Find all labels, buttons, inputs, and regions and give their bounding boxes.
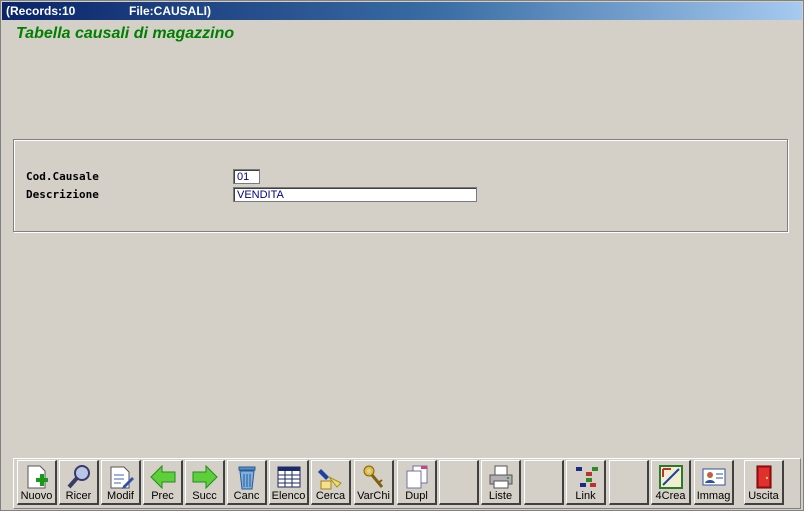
dupl-button[interactable]: Dupl <box>397 460 437 505</box>
uscita-button[interactable]: Uscita <box>744 460 784 505</box>
ricer-label: Ricer <box>65 490 92 502</box>
immag-label: Immag <box>696 490 731 502</box>
modif-label: Modif <box>107 490 134 502</box>
tree-links-icon <box>576 467 598 487</box>
cod-causale-label: Cod.Causale <box>26 170 99 183</box>
arrow-right-icon <box>192 464 218 490</box>
elenco-label: Elenco <box>271 490 306 502</box>
exit-door-icon <box>756 465 772 489</box>
4crea-button[interactable]: 4Crea <box>651 460 691 505</box>
ricer-button[interactable]: Ricer <box>59 460 99 505</box>
new-document-icon <box>27 465 48 489</box>
empty-toolbar-slot <box>524 460 564 505</box>
edit-document-icon <box>110 466 134 489</box>
prec-label: Prec <box>151 490 174 502</box>
varchi-label: VarChi <box>357 490 390 502</box>
elenco-button[interactable]: Elenco <box>269 460 309 505</box>
canc-button[interactable]: Canc <box>227 460 267 505</box>
canc-label: Canc <box>233 490 260 502</box>
dupl-label: Dupl <box>405 490 428 502</box>
link-button[interactable]: Link <box>566 460 606 505</box>
cerca-button[interactable]: Cerca <box>311 460 351 505</box>
liste-label: Liste <box>488 490 513 502</box>
prec-button[interactable]: Prec <box>143 460 183 505</box>
duplicate-icon <box>406 465 428 489</box>
nuovo-label: Nuovo <box>20 490 53 502</box>
printer-icon <box>489 465 513 489</box>
descrizione-field[interactable]: VENDITA <box>233 187 477 202</box>
arrow-left-icon <box>150 464 176 490</box>
nuovo-button[interactable]: Nuovo <box>17 460 57 505</box>
magnifier-icon <box>67 465 90 489</box>
liste-button[interactable]: Liste <box>481 460 521 505</box>
immag-button[interactable]: Immag <box>694 460 734 505</box>
cod-causale-field[interactable]: 01 <box>233 169 260 184</box>
id-card-icon <box>702 468 726 486</box>
records-count: (Records:10 <box>6 4 76 18</box>
succ-button[interactable]: Succ <box>185 460 225 505</box>
modif-button[interactable]: Modif <box>101 460 141 505</box>
empty-toolbar-slot <box>609 460 649 505</box>
flashlight-icon <box>318 469 342 490</box>
succ-label: Succ <box>192 490 217 502</box>
form-group <box>13 139 788 232</box>
cerca-label: Cerca <box>315 490 346 502</box>
design-tool-icon <box>659 465 683 489</box>
empty-toolbar-slot <box>439 460 479 505</box>
uscita-label: Uscita <box>748 490 779 502</box>
table-grid-icon <box>277 466 301 488</box>
varchi-button[interactable]: VarChi <box>354 460 394 505</box>
keys-icon <box>363 465 384 488</box>
trash-icon <box>238 466 256 490</box>
page-title: Tabella causali di magazzino <box>16 25 235 42</box>
main-window: (Records:10 File:CAUSALI) Tabella causal… <box>0 0 804 511</box>
descrizione-label: Descrizione <box>26 188 99 201</box>
link-label: Link <box>575 490 596 502</box>
title-bar: (Records:10 File:CAUSALI) <box>2 2 802 20</box>
4crea-label: 4Crea <box>655 490 686 502</box>
file-name: File:CAUSALI) <box>129 4 211 18</box>
